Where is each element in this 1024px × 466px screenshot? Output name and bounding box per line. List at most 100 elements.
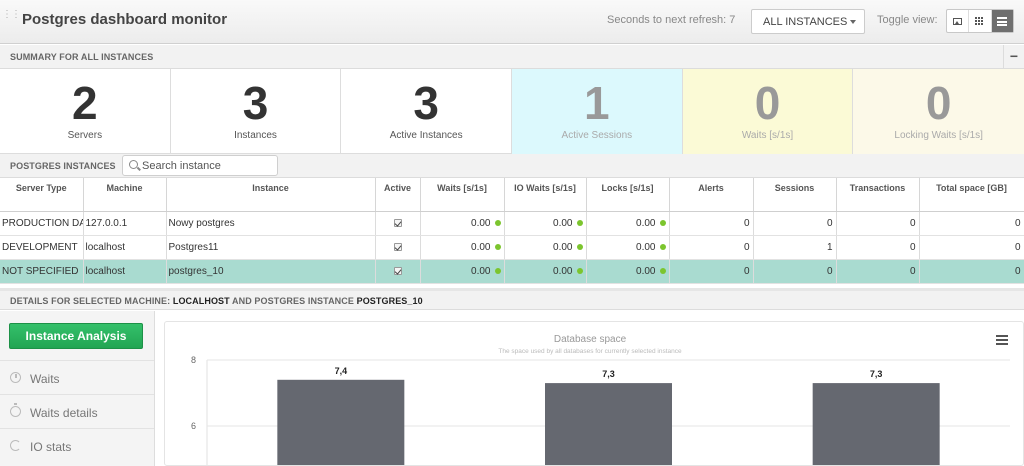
menu-icon[interactable] [996,335,1008,345]
stat-value: 3 [413,77,439,129]
cell-active [375,211,421,236]
sidebar-item-waits[interactable]: Waits [0,360,154,394]
stat-value: 1 [584,77,610,129]
cell-server-type: NOT SPECIFIED [0,259,84,284]
sidebar-item-io-stats[interactable]: IO stats [0,428,154,462]
drag-handle-icon[interactable]: ⋮⋮ [2,10,21,30]
column-header[interactable]: Transactions [836,178,920,212]
cell-active [375,235,421,260]
chart-bar[interactable] [277,379,405,465]
status-dot-icon [576,219,583,226]
stat-active-sessions: 1 Active Sessions [512,69,683,154]
details-instance: POSTGRES_10 [356,296,423,306]
instances-dropdown-value: ALL INSTANCES [763,16,848,28]
sidebar-item-waits-details[interactable]: Waits details [0,394,154,428]
cell-alerts: 0 [669,259,754,284]
io-waits-value: 0.00 [553,217,573,229]
io-waits-value: 0.00 [553,241,573,253]
cell-total-space: 0 [919,235,1024,260]
instances-title: POSTGRES INSTANCES [10,161,116,171]
details-middle: AND POSTGRES INSTANCE [232,296,354,306]
cell-alerts: 0 [669,211,754,236]
stat-label: Waits [s/1s] [741,130,794,141]
cell-transactions: 0 [836,259,920,284]
active-checkbox[interactable] [393,266,402,275]
database-space-chart-panel: Database space The space used by all dat… [164,321,1024,466]
instances-table: Server Type Machine Instance Active Wait… [0,178,1024,284]
cell-io-waits: 0.00 [504,211,587,236]
chart-bar[interactable] [545,383,672,465]
chart-title: Database space [554,334,627,345]
waits-value: 0.00 [471,217,491,229]
stat-label: Active Sessions [561,130,633,141]
cell-transactions: 0 [836,235,920,260]
list-icon [997,16,1008,26]
grid-icon [975,16,985,26]
column-header[interactable]: Machine [83,178,167,212]
column-header[interactable]: Total space [GB] [919,178,1024,212]
status-dot-icon [576,267,583,274]
stat-locking-waits: 0 Locking Waits [s/1s] [853,69,1024,154]
table-row[interactable]: DEVELOPMENT localhost Postgres11 0.00 0.… [0,235,1024,260]
instance-analysis-button[interactable]: Instance Analysis [9,323,143,349]
locks-value: 0.00 [636,265,656,277]
table-row-selected[interactable]: NOT SPECIFIED localhost postgres_10 0.00… [0,259,1024,284]
column-header[interactable]: Alerts [669,178,754,212]
cell-server-type: PRODUCTION DATABASE [0,211,84,236]
stat-active-instances: 3 Active Instances [341,69,513,154]
y-tick-label: 8 [191,355,196,365]
column-header[interactable]: Instance [166,178,376,212]
chart-bar[interactable] [812,383,940,465]
stat-waits: 0 Waits [s/1s] [682,69,854,154]
details-sidebar: Instance Analysis Waits Waits details IO… [0,311,155,466]
column-header[interactable]: Active [375,178,421,212]
sidebar-item-label: Waits details [30,406,98,420]
column-header[interactable]: Sessions [753,178,837,212]
waits-value: 0.00 [471,241,491,253]
app-header: ⋮⋮ Postgres dashboard monitor Seconds to… [0,0,1024,44]
column-header[interactable]: Waits [s/1s] [420,178,505,212]
stat-label: Instances [234,130,277,141]
stat-value: 2 [72,77,98,129]
io-waits-value: 0.00 [553,265,573,277]
list-view-button[interactable] [991,10,1013,32]
column-header[interactable]: IO Waits [s/1s] [504,178,587,212]
refresh-countdown: Seconds to next refresh: 7 [607,14,736,26]
locks-value: 0.00 [636,217,656,229]
summary-title: SUMMARY FOR ALL INSTANCES [10,52,154,62]
status-dot-icon [576,243,583,250]
cell-active [375,259,421,284]
sidebar-item-label: Waits [30,372,60,386]
stat-servers: 2 Servers [0,69,171,154]
cell-sessions: 0 [753,211,837,236]
active-checkbox[interactable] [393,242,402,251]
bar-data-label: 7,3 [870,369,883,379]
active-checkbox[interactable] [393,218,402,227]
cell-machine: localhost [83,235,167,260]
instances-dropdown[interactable]: ALL INSTANCES [751,9,865,34]
spinner-icon [10,440,21,451]
grid-view-button[interactable] [969,10,992,32]
cell-io-waits: 0.00 [504,235,587,260]
column-header[interactable]: Server Type [0,178,84,212]
sidebar-item-label: IO stats [30,440,72,454]
search-input[interactable] [142,158,274,173]
details-machine: LOCALHOST [172,296,230,306]
cell-total-space: 0 [919,211,1024,236]
table-row[interactable]: PRODUCTION DATABASE 127.0.0.1 Nowy postg… [0,211,1024,236]
tile-view-button[interactable] [947,10,970,32]
status-dot-icon [494,243,501,250]
stat-value: 0 [925,77,952,129]
cell-machine: localhost [83,259,167,284]
summary-stats: 2 Servers 3 Instances 3 Active Instances… [0,69,1024,154]
waits-value: 0.00 [471,265,491,277]
table-header-row: Server Type Machine Instance Active Wait… [0,178,1024,212]
collapse-button[interactable]: − [1003,45,1024,68]
summary-header: SUMMARY FOR ALL INSTANCES − [0,45,1024,69]
stat-value: 3 [242,77,269,129]
column-header[interactable]: Locks [s/1s] [586,178,670,212]
page-title: Postgres dashboard monitor [22,11,228,28]
cell-sessions: 1 [753,235,837,260]
cell-locks: 0.00 [586,211,670,236]
cell-instance: Nowy postgres [166,211,376,236]
